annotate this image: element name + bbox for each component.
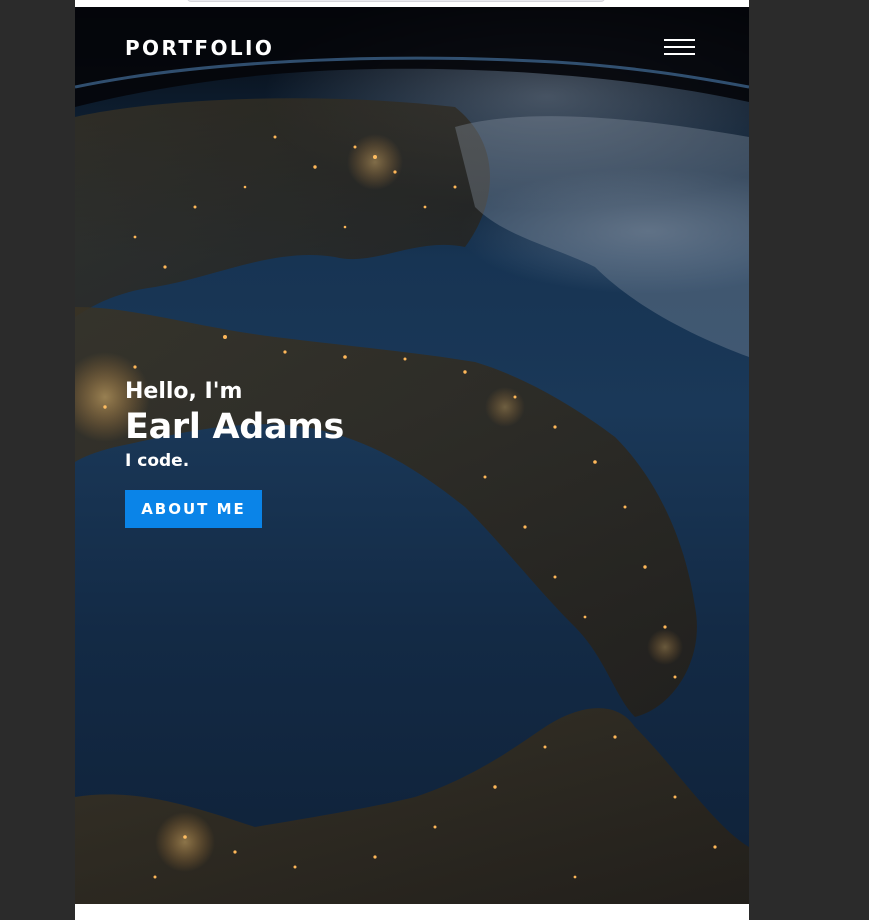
address-bar[interactable] — [187, 0, 605, 2]
page-content-below-hero — [75, 904, 749, 920]
top-navigation: PORTFOLIO — [125, 33, 695, 63]
browser-viewport: PORTFOLIO Hello, I'm Earl Adams I code. … — [75, 0, 749, 920]
brand-logo[interactable]: PORTFOLIO — [125, 36, 274, 60]
menu-bar-line — [664, 39, 695, 41]
hamburger-menu-icon[interactable] — [664, 35, 695, 57]
hero-tagline: I code. — [125, 451, 190, 471]
menu-bar-line — [664, 53, 695, 55]
about-me-button[interactable]: ABOUT ME — [125, 490, 262, 528]
menu-bar-line — [664, 46, 695, 48]
browser-top-bar — [75, 0, 749, 7]
hero-section: PORTFOLIO Hello, I'm Earl Adams I code. … — [75, 7, 749, 904]
hero-greeting: Hello, I'm — [125, 379, 243, 404]
hero-name: Earl Adams — [125, 407, 345, 447]
hero-intro: Hello, I'm Earl Adams I code. ABOUT ME — [125, 377, 575, 528]
